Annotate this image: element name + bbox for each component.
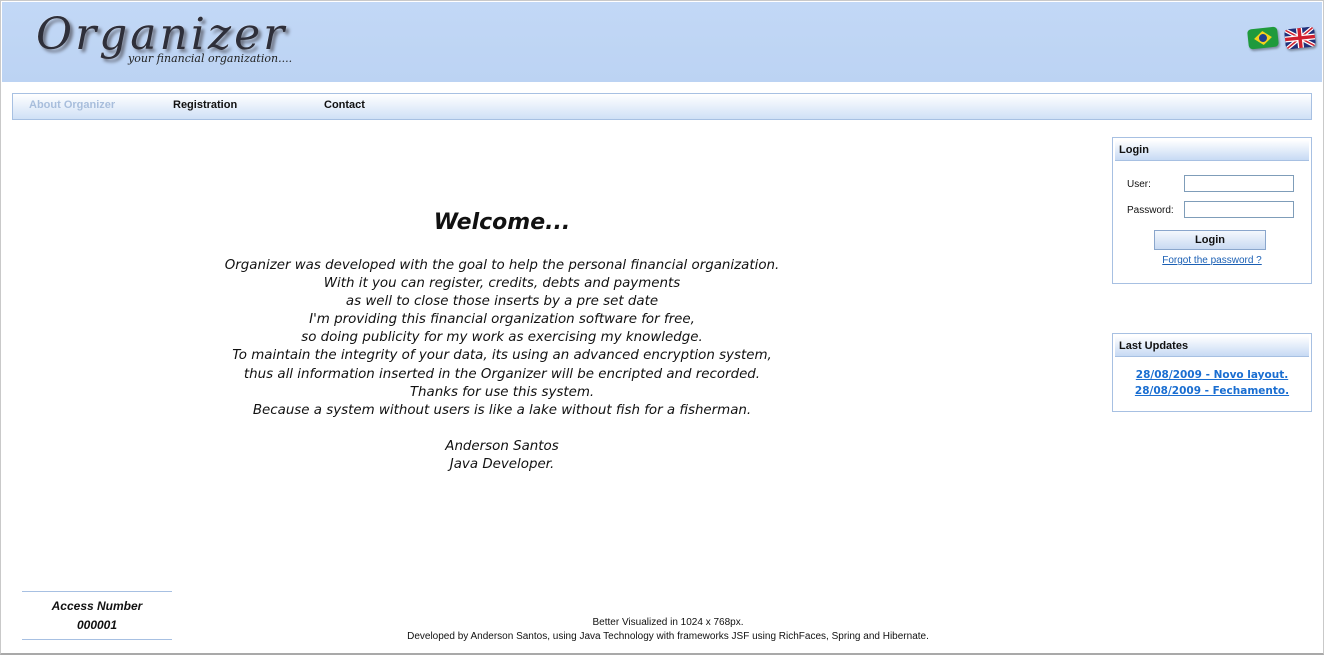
uk-flag-graphic	[1284, 26, 1316, 50]
nav-about-organizer[interactable]: About Organizer	[29, 99, 115, 111]
footer-credits: Developed by Anderson Santos, using Java…	[407, 631, 929, 642]
login-button[interactable]: Login	[1154, 230, 1266, 250]
header-banner: Organizer your financial organization...…	[2, 2, 1322, 82]
welcome-line: thus all information inserted in the Org…	[243, 366, 761, 382]
welcome-line: Thanks for use this system.	[409, 384, 595, 400]
login-panel: Login User: Password: Login Forgot the p…	[1112, 137, 1312, 284]
update-link[interactable]: 28/08/2009 - Novo layout.	[1113, 369, 1311, 381]
nav-registration[interactable]: Registration	[173, 99, 237, 111]
main-nav: About Organizer Registration Contact	[12, 93, 1312, 120]
welcome-line: so doing publicity for my work as exerci…	[301, 330, 703, 346]
footer: Better Visualized in 1024 x 768px. Devel…	[200, 616, 1136, 644]
last-updates-panel: Last Updates 28/08/2009 - Novo layout. 2…	[1112, 333, 1312, 412]
signature-name: Anderson Santos	[445, 438, 559, 454]
brazil-flag-icon[interactable]	[1247, 26, 1279, 50]
password-input[interactable]	[1184, 201, 1294, 218]
welcome-line: To maintain the integrity of your data, …	[232, 348, 772, 364]
logo-subtitle: your financial organization....	[128, 52, 293, 65]
welcome-text: Organizer was developed with the goal to…	[0, 257, 1004, 474]
uk-flag-icon[interactable]	[1284, 26, 1316, 50]
access-counter: Access Number 000001	[22, 591, 172, 640]
user-input[interactable]	[1184, 175, 1294, 192]
welcome-heading: Welcome...	[433, 210, 571, 235]
nav-contact[interactable]: Contact	[324, 99, 365, 111]
access-number-value: 000001	[76, 618, 118, 632]
last-updates-title: Last Updates	[1115, 336, 1309, 357]
welcome-line: as well to close those inserts by a pre …	[345, 294, 659, 310]
welcome-line: With it you can register, credits, debts…	[323, 276, 681, 292]
signature-role: Java Developer.	[449, 456, 555, 472]
welcome-line: Because a system without users is like a…	[252, 402, 752, 418]
welcome-line: Organizer was developed with the goal to…	[224, 258, 780, 273]
footer-resolution-note: Better Visualized in 1024 x 768px.	[592, 617, 744, 628]
welcome-line: I'm providing this financial organizatio…	[309, 312, 695, 328]
organizer-logo[interactable]: Organizer your financial organization...…	[36, 9, 296, 75]
user-label: User:	[1127, 179, 1151, 190]
forgot-password-link[interactable]: Forgot the password ?	[1113, 255, 1311, 266]
login-panel-title: Login	[1115, 140, 1309, 161]
access-number-label: Access Number	[51, 599, 143, 613]
update-link[interactable]: 28/08/2009 - Fechamento.	[1113, 385, 1311, 397]
password-label: Password:	[1127, 205, 1174, 216]
